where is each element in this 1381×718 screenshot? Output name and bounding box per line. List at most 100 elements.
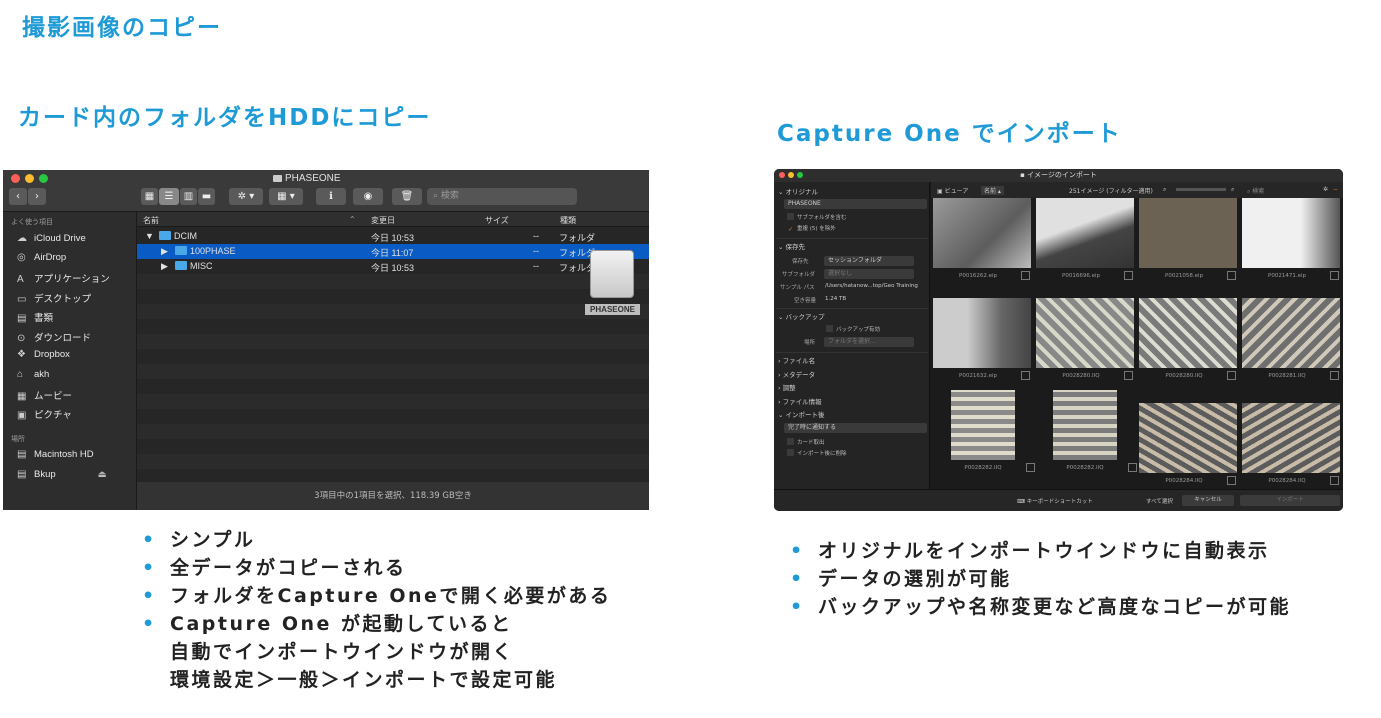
- back-button[interactable]: ‹: [9, 188, 27, 205]
- section-backup[interactable]: ⌄ バックアップ: [778, 311, 825, 321]
- thumbnail-checkbox[interactable]: [1026, 463, 1035, 472]
- thumbnail[interactable]: P0016262.eip: [933, 198, 1031, 280]
- thumbnail-size-slider[interactable]: [1176, 188, 1226, 191]
- section-destination[interactable]: ⌄ 保存先: [778, 241, 805, 251]
- empty-row: [137, 274, 649, 289]
- sidebar-item-pictures[interactable]: ▣ ピクチャ: [17, 407, 72, 421]
- thumbnail[interactable]: P0028281.IIQ: [1242, 298, 1340, 380]
- thumbnail[interactable]: P0021471.eip: [1242, 198, 1340, 280]
- thumbnail[interactable]: P0021058.eip: [1139, 198, 1237, 280]
- thumbnail[interactable]: P0021632.eip: [933, 298, 1031, 380]
- section-adjust[interactable]: › 調整: [778, 382, 796, 392]
- close-button[interactable]: [779, 172, 785, 178]
- import-button[interactable]: インポート: [1240, 495, 1340, 506]
- trash-icon[interactable]: 🗑: [392, 188, 422, 205]
- sidebar-item-documents[interactable]: ▤ 書類: [17, 310, 53, 324]
- backup-location-select[interactable]: フォルダを選択...: [824, 337, 914, 347]
- thumbnail-checkbox[interactable]: [1227, 271, 1236, 280]
- thumbnail-checkbox[interactable]: [1227, 476, 1236, 485]
- thumbnail[interactable]: P0028280.IIQ: [1139, 298, 1237, 380]
- list-view-icon[interactable]: ☰: [159, 188, 179, 205]
- section-fileinfo[interactable]: › ファイル情報: [778, 396, 822, 406]
- destination-select[interactable]: セッションフォルダ: [824, 256, 914, 266]
- thumbnail-checkbox[interactable]: [1021, 371, 1030, 380]
- gear-icon[interactable]: ✲: [1323, 186, 1328, 193]
- sidebar-item-airdrop[interactable]: ◎ AirDrop: [17, 252, 66, 263]
- disclosure-closed-icon[interactable]: ▶: [161, 246, 168, 257]
- subfolder-field[interactable]: 選択なし: [824, 269, 914, 279]
- thumbnail-checkbox[interactable]: [1330, 371, 1339, 380]
- icon-view-icon[interactable]: ▦: [141, 188, 158, 205]
- thumbnail-checkbox[interactable]: [1330, 271, 1339, 280]
- search-input[interactable]: ⌕ 検索: [427, 188, 577, 205]
- search-input[interactable]: ⌕ 検索: [1247, 186, 1264, 196]
- eject-icon[interactable]: ⏏: [98, 469, 107, 480]
- quicklook-eye-icon[interactable]: ◉: [353, 188, 383, 205]
- section-filename[interactable]: › ファイル名: [778, 355, 815, 365]
- thumbnail-checkbox[interactable]: [1124, 271, 1133, 280]
- zoom-in-icon[interactable]: ⌕: [1231, 186, 1234, 194]
- disclosure-open-icon[interactable]: ▼: [145, 231, 154, 241]
- source-select[interactable]: PHASEONE: [784, 199, 927, 209]
- drive-desktop-icon[interactable]: PHASEONE: [585, 250, 640, 320]
- disclosure-closed-icon[interactable]: ▶: [161, 261, 168, 272]
- column-view-icon[interactable]: ▥: [180, 188, 197, 205]
- empty-row: [137, 454, 649, 469]
- close-button[interactable]: [11, 174, 20, 183]
- zoom-button[interactable]: [797, 172, 803, 178]
- sidebar-item-desktop[interactable]: ▭ デスクトップ: [17, 291, 91, 305]
- thumbnail-checkbox[interactable]: [1124, 371, 1133, 380]
- minus-icon[interactable]: −: [1333, 186, 1338, 193]
- thumbnail[interactable]: P0016696.eip: [1036, 198, 1134, 280]
- sort-select[interactable]: 名前 ▴: [981, 186, 1004, 195]
- minimize-button[interactable]: [788, 172, 794, 178]
- exclude-duplicates-checkbox[interactable]: ✓ 重複 (5) を除外: [787, 224, 836, 233]
- table-row[interactable]: ▼ DCIM 今日 10:53 -- フォルダ: [137, 229, 649, 244]
- eject-card-checkbox[interactable]: カード取出: [787, 438, 825, 446]
- section-metadata[interactable]: › メタデータ: [778, 369, 815, 379]
- zoom-button[interactable]: [39, 174, 48, 183]
- table-row[interactable]: ▶ MISC 今日 10:53 -- フォルダ: [137, 259, 649, 274]
- thumbnail[interactable]: P0028284.IIQ: [1242, 403, 1340, 485]
- keyboard-shortcuts-button[interactable]: ⌨ キーボードショートカット: [1017, 497, 1093, 505]
- sidebar-item-dropbox[interactable]: ❖ Dropbox: [17, 349, 70, 360]
- minimize-button[interactable]: [25, 174, 34, 183]
- column-name[interactable]: 名前: [143, 215, 159, 226]
- group-icon[interactable]: ▦ ▾: [269, 188, 303, 205]
- sidebar-item-icloud[interactable]: ☁ iCloud Drive: [17, 233, 86, 244]
- section-after-import[interactable]: ⌄ インポート後: [778, 409, 825, 419]
- thumbnail-checkbox[interactable]: [1330, 476, 1339, 485]
- viewer-toggle[interactable]: ▣ ビューア: [937, 186, 968, 195]
- column-size[interactable]: サイズ: [485, 215, 509, 226]
- thumbnail[interactable]: P0028284.IIQ: [1139, 403, 1237, 485]
- backup-enable-checkbox[interactable]: バックアップ有効: [826, 325, 880, 333]
- thumbnail-checkbox[interactable]: [1021, 271, 1030, 280]
- action-gear-icon[interactable]: ✲ ▾: [229, 188, 263, 205]
- forward-button[interactable]: ›: [28, 188, 46, 205]
- info-icon[interactable]: ℹ: [316, 188, 346, 205]
- cancel-button[interactable]: キャンセル: [1182, 495, 1234, 506]
- list-item: • フォルダをCapture Oneで開く必要がある: [142, 582, 611, 610]
- sidebar-item-downloads[interactable]: ⊙ ダウンロード: [17, 330, 91, 344]
- thumbnail-checkbox[interactable]: [1128, 463, 1137, 472]
- include-subfolders-checkbox[interactable]: サブフォルダを含む: [787, 213, 847, 221]
- column-date[interactable]: 変更日: [371, 215, 395, 226]
- table-row[interactable]: ▶ 100PHASE 今日 11:07 -- フォルダ: [137, 244, 649, 259]
- sidebar-section-favorites: よく使う項目: [11, 218, 53, 226]
- sidebar-item-macintosh-hd[interactable]: ▤ Macintosh HD: [17, 449, 94, 460]
- column-kind[interactable]: 種類: [560, 215, 576, 226]
- delete-after-import-checkbox[interactable]: インポート後に削除: [787, 449, 847, 457]
- thumbnail[interactable]: P0028282.IIQ: [1053, 390, 1137, 472]
- thumbnail[interactable]: P0028280.IIQ: [1036, 298, 1134, 380]
- select-all-button[interactable]: すべて選択: [1146, 497, 1173, 505]
- sidebar-item-applications[interactable]: A アプリケーション: [17, 271, 110, 285]
- notify-select[interactable]: 完了時に通知する: [784, 423, 927, 433]
- sidebar-item-bkup[interactable]: ▤ Bkup ⏏: [17, 469, 107, 480]
- zoom-out-icon[interactable]: ⌕: [1163, 186, 1166, 194]
- thumbnail[interactable]: P0028282.IIQ: [951, 390, 1035, 472]
- sidebar-item-movies[interactable]: ▦ ムービー: [17, 388, 72, 402]
- thumbnail-checkbox[interactable]: [1227, 371, 1236, 380]
- gallery-view-icon[interactable]: ▬: [198, 188, 215, 205]
- section-original[interactable]: ⌄ オリジナル: [778, 186, 818, 196]
- sidebar-item-home[interactable]: ⌂ akh: [17, 369, 49, 380]
